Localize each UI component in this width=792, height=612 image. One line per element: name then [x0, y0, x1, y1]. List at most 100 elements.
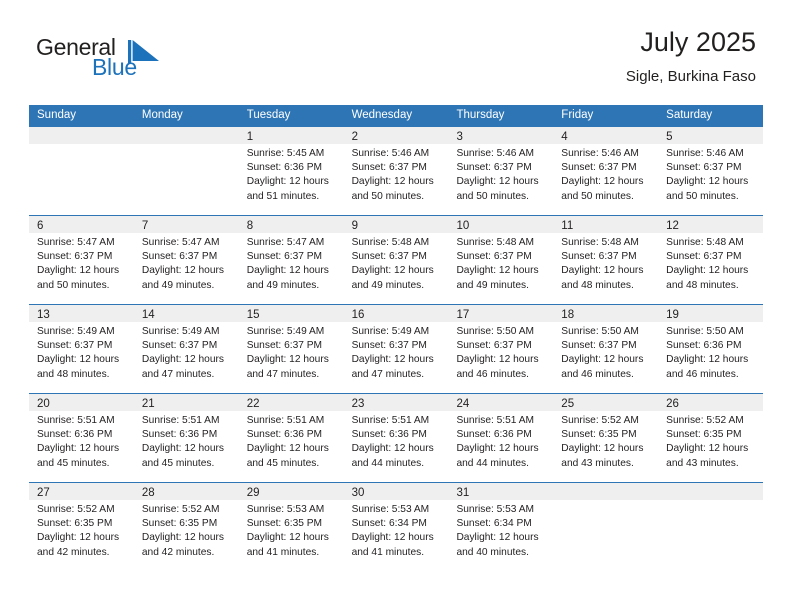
- day-number-strip: 14: [133, 305, 239, 322]
- brand-name-blue: Blue: [92, 54, 137, 80]
- day-cell[interactable]: 17 Sunrise: 5:50 AM Sunset: 6:37 PM Dayligh…: [448, 305, 554, 393]
- day-number-strip: 28: [133, 483, 239, 500]
- daylight-text-line1: Daylight: 12 hours: [246, 532, 329, 544]
- day-cell[interactable]: 30 Sunrise: 5:53 AM Sunset: 6:34 PM Dayligh…: [343, 483, 449, 571]
- day-cell[interactable]: 25 Sunrise: 5:52 AM Sunset: 6:35 PM Dayligh…: [553, 394, 659, 482]
- day-number: 16: [351, 309, 365, 321]
- sunset-text: Sunset: 6:37 PM: [666, 162, 742, 174]
- day-number-strip: 21: [133, 394, 239, 411]
- daylight-text-line1: Daylight: 12 hours: [141, 265, 224, 277]
- daylight-text-line1: Daylight: 12 hours: [666, 176, 749, 188]
- sunset-text: Sunset: 6:36 PM: [246, 162, 323, 174]
- calendar-weeks: 1 Sunrise: 5:45 AM Sunset: 6:36 PM Daylight…: [29, 126, 764, 571]
- day-cell[interactable]: 31 Sunrise: 5:53 AM Sunset: 6:34 PM Dayligh…: [448, 483, 554, 571]
- daylight-text-line2: and 46 minutes.: [561, 368, 634, 380]
- brand-logo[interactable]: General Blue: [36, 34, 216, 88]
- day-details: Sunrise: 5:53 AM Sunset: 6:34 PM Daylight:…: [344, 500, 449, 560]
- day-number-strip: 11: [553, 216, 659, 233]
- day-cell[interactable]: 8 Sunrise: 5:47 AM Sunset: 6:37 PM Daylight…: [238, 216, 344, 304]
- day-cell[interactable]: 24 Sunrise: 5:51 AM Sunset: 6:36 PM Dayligh…: [448, 394, 554, 482]
- weekday-header-monday: Monday: [141, 109, 183, 121]
- day-number-strip: 18: [553, 305, 659, 322]
- day-cell[interactable]: 27 Sunrise: 5:52 AM Sunset: 6:35 PM Dayligh…: [29, 483, 134, 571]
- day-cell[interactable]: 28 Sunrise: 5:52 AM Sunset: 6:35 PM Dayligh…: [133, 483, 239, 571]
- daylight-text-line1: Daylight: 12 hours: [37, 265, 120, 277]
- day-cell[interactable]: 23 Sunrise: 5:51 AM Sunset: 6:36 PM Dayligh…: [343, 394, 449, 482]
- sunrise-text: Sunrise: 5:48 AM: [666, 237, 744, 248]
- day-details: Sunrise: 5:47 AM Sunset: 6:37 PM Daylight:…: [29, 233, 134, 293]
- sunset-text: Sunset: 6:36 PM: [351, 429, 427, 441]
- day-cell[interactable]: 9 Sunrise: 5:48 AM Sunset: 6:37 PM Daylight…: [343, 216, 449, 304]
- sunrise-text: Sunrise: 5:46 AM: [666, 148, 744, 159]
- daylight-text-line1: Daylight: 12 hours: [351, 443, 434, 455]
- day-details: Sunrise: 5:48 AM Sunset: 6:37 PM Daylight:…: [553, 233, 658, 293]
- day-cell[interactable]: 29 Sunrise: 5:53 AM Sunset: 6:35 PM Dayligh…: [238, 483, 344, 571]
- day-number: 18: [561, 309, 575, 321]
- daylight-text-line2: and 41 minutes.: [351, 546, 425, 558]
- day-cell[interactable]: 7 Sunrise: 5:47 AM Sunset: 6:37 PM Daylight…: [133, 216, 239, 304]
- day-number: 14: [141, 309, 155, 321]
- daylight-text-line2: and 43 minutes.: [666, 457, 739, 469]
- day-cell[interactable]: 19 Sunrise: 5:50 AM Sunset: 6:36 PM Dayligh…: [658, 305, 764, 393]
- daylight-text-line2: and 42 minutes.: [37, 546, 110, 558]
- sunset-text: Sunset: 6:35 PM: [246, 518, 323, 530]
- day-cell[interactable]: 22 Sunrise: 5:51 AM Sunset: 6:36 PM Dayligh…: [238, 394, 344, 482]
- sunrise-text: Sunrise: 5:52 AM: [141, 504, 220, 515]
- day-details: Sunrise: 5:49 AM Sunset: 6:37 PM Daylight:…: [344, 322, 449, 382]
- day-number-strip: 29: [238, 483, 344, 500]
- daylight-text-line2: and 44 minutes.: [456, 457, 529, 469]
- day-cell[interactable]: 13 Sunrise: 5:49 AM Sunset: 6:37 PM Dayligh…: [29, 305, 134, 393]
- sunset-text: Sunset: 6:37 PM: [456, 162, 532, 174]
- day-cell[interactable]: 12 Sunrise: 5:48 AM Sunset: 6:37 PM Dayligh…: [658, 216, 764, 304]
- day-cell[interactable]: 21 Sunrise: 5:51 AM Sunset: 6:36 PM Dayligh…: [133, 394, 239, 482]
- sunset-text: Sunset: 6:37 PM: [351, 251, 427, 263]
- sunrise-text: Sunrise: 5:53 AM: [246, 504, 325, 515]
- day-number: 8: [246, 220, 254, 232]
- sunrise-text: Sunrise: 5:48 AM: [351, 237, 430, 248]
- day-details: Sunrise: 5:46 AM Sunset: 6:37 PM Daylight:…: [344, 144, 449, 204]
- calendar-week-row: 20 Sunrise: 5:51 AM Sunset: 6:36 PM Dayligh…: [29, 393, 764, 482]
- day-cell[interactable]: 11 Sunrise: 5:48 AM Sunset: 6:37 PM Dayligh…: [553, 216, 659, 304]
- sunrise-text: Sunrise: 5:51 AM: [141, 415, 220, 426]
- daylight-text-line2: and 50 minutes.: [561, 190, 634, 202]
- day-details: Sunrise: 5:46 AM Sunset: 6:37 PM Daylight:…: [553, 144, 658, 204]
- daylight-text-line2: and 40 minutes.: [456, 546, 529, 558]
- day-cell[interactable]: 15 Sunrise: 5:49 AM Sunset: 6:37 PM Dayligh…: [238, 305, 344, 393]
- day-cell[interactable]: 2 Sunrise: 5:46 AM Sunset: 6:37 PM Daylight…: [343, 127, 449, 215]
- sunset-text: Sunset: 6:36 PM: [666, 340, 742, 352]
- sunset-text: Sunset: 6:36 PM: [141, 429, 218, 441]
- day-cell[interactable]: 3 Sunrise: 5:46 AM Sunset: 6:37 PM Daylight…: [448, 127, 554, 215]
- daylight-text-line2: and 43 minutes.: [561, 457, 634, 469]
- day-cell[interactable]: 18 Sunrise: 5:50 AM Sunset: 6:37 PM Dayligh…: [553, 305, 659, 393]
- day-cell[interactable]: 20 Sunrise: 5:51 AM Sunset: 6:36 PM Dayligh…: [29, 394, 134, 482]
- day-cell[interactable]: 1 Sunrise: 5:45 AM Sunset: 6:36 PM Daylight…: [238, 127, 344, 215]
- day-number: 26: [666, 398, 679, 410]
- sunset-text: Sunset: 6:37 PM: [246, 251, 323, 263]
- calendar-week-row: 1 Sunrise: 5:45 AM Sunset: 6:36 PM Daylight…: [29, 126, 764, 215]
- day-cell[interactable]: 16 Sunrise: 5:49 AM Sunset: 6:37 PM Dayligh…: [343, 305, 449, 393]
- day-details: Sunrise: 5:47 AM Sunset: 6:37 PM Daylight:…: [134, 233, 239, 293]
- day-cell[interactable]: 10 Sunrise: 5:48 AM Sunset: 6:37 PM Dayligh…: [448, 216, 554, 304]
- page-title: July 2025: [640, 27, 756, 57]
- day-number: 31: [456, 487, 470, 499]
- day-number-strip: 15: [238, 305, 344, 322]
- sunset-text: Sunset: 6:37 PM: [561, 251, 637, 263]
- sunrise-text: Sunrise: 5:50 AM: [666, 326, 744, 337]
- day-details: Sunrise: 5:49 AM Sunset: 6:37 PM Daylight:…: [29, 322, 134, 382]
- day-cell[interactable]: 4 Sunrise: 5:46 AM Sunset: 6:37 PM Daylight…: [553, 127, 659, 215]
- day-details: Sunrise: 5:52 AM Sunset: 6:35 PM Daylight:…: [134, 500, 239, 560]
- day-number: 29: [246, 487, 260, 499]
- day-details: Sunrise: 5:53 AM Sunset: 6:34 PM Daylight:…: [448, 500, 553, 560]
- daylight-text-line1: Daylight: 12 hours: [351, 354, 434, 366]
- sunrise-text: Sunrise: 5:49 AM: [37, 326, 115, 337]
- day-cell[interactable]: 26 Sunrise: 5:52 AM Sunset: 6:35 PM Dayligh…: [658, 394, 764, 482]
- day-number: 9: [351, 220, 358, 232]
- daylight-text-line2: and 42 minutes.: [141, 546, 215, 558]
- sunrise-text: Sunrise: 5:48 AM: [561, 237, 639, 248]
- day-cell[interactable]: 6 Sunrise: 5:47 AM Sunset: 6:37 PM Daylight…: [29, 216, 134, 304]
- day-cell[interactable]: 14 Sunrise: 5:49 AM Sunset: 6:37 PM Dayligh…: [133, 305, 239, 393]
- daylight-text-line2: and 48 minutes.: [561, 279, 634, 291]
- weekday-header-thursday: Thursday: [456, 109, 505, 121]
- sunrise-text: Sunrise: 5:49 AM: [246, 326, 325, 337]
- day-cell[interactable]: 5 Sunrise: 5:46 AM Sunset: 6:37 PM Daylight…: [658, 127, 764, 215]
